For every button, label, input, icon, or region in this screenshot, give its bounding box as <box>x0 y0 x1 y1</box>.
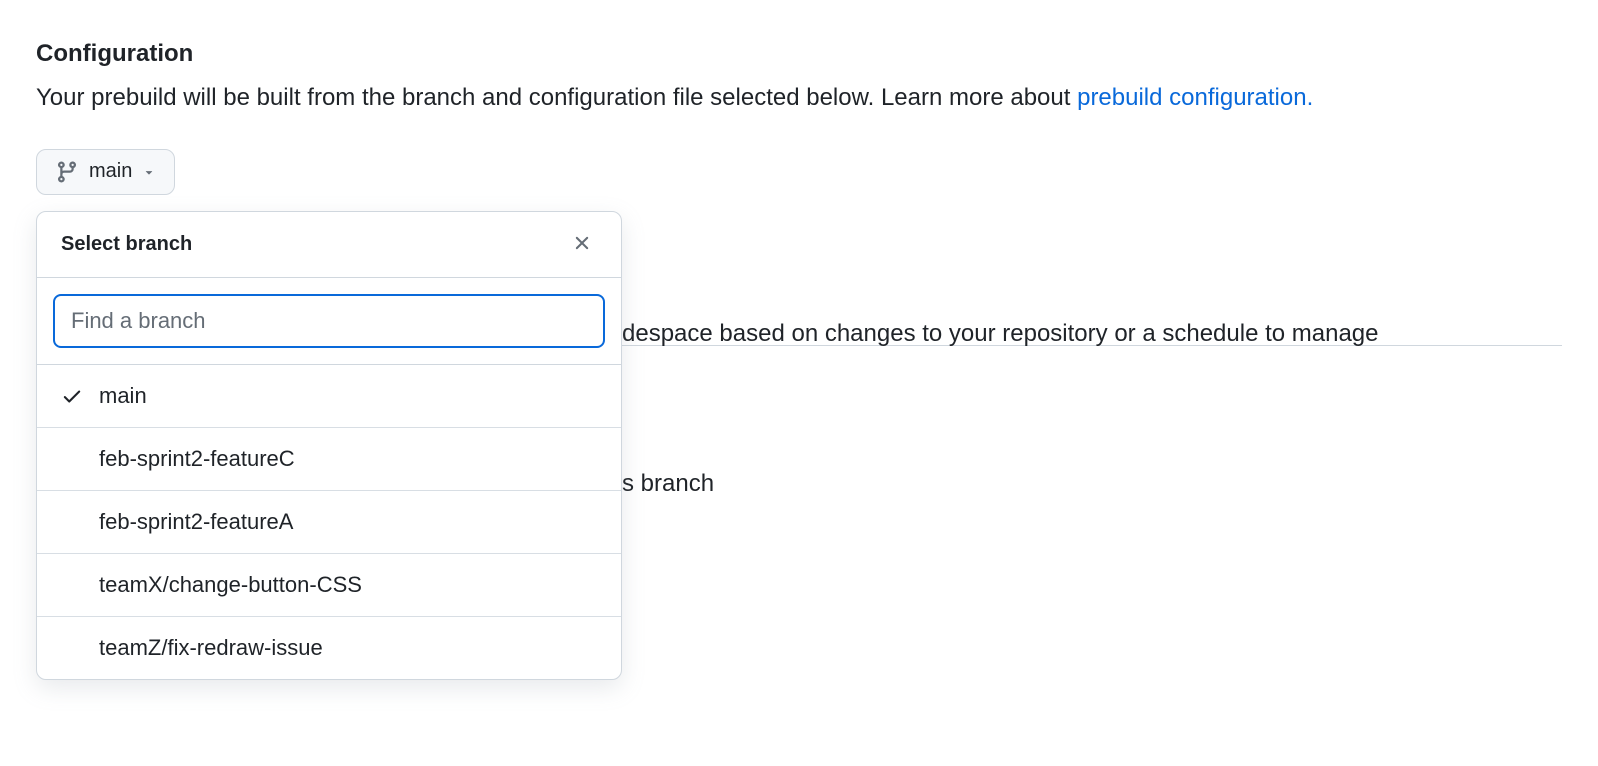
prebuild-config-link[interactable]: prebuild configuration. <box>1077 84 1313 111</box>
close-button[interactable] <box>567 228 597 261</box>
git-branch-icon <box>55 160 79 184</box>
branch-button-label: main <box>89 160 132 183</box>
branch-item[interactable]: feb-sprint2-featureC <box>37 428 621 491</box>
check-icon <box>61 385 99 407</box>
configuration-title: Configuration <box>36 40 1562 68</box>
background-text: despace based on changes to your reposit… <box>622 315 1562 353</box>
branch-select-popup: Select branch main <box>36 211 622 680</box>
branch-label: teamX/change-button-CSS <box>99 572 362 598</box>
branch-search-input[interactable] <box>53 294 605 348</box>
branch-item[interactable]: feb-sprint2-featureA <box>37 491 621 554</box>
caret-down-icon <box>142 165 156 179</box>
branch-label: feb-sprint2-featureA <box>99 509 293 535</box>
branch-item[interactable]: teamX/change-button-CSS <box>37 554 621 617</box>
branch-selector-button[interactable]: main <box>36 149 175 195</box>
branch-label: teamZ/fix-redraw-issue <box>99 635 323 661</box>
branch-item-main[interactable]: main <box>37 365 621 428</box>
popup-title: Select branch <box>61 233 192 256</box>
branch-label: main <box>99 383 147 409</box>
close-icon <box>571 232 593 257</box>
branch-item[interactable]: teamZ/fix-redraw-issue <box>37 617 621 679</box>
configuration-description: Your prebuild will be built from the bra… <box>36 78 1562 119</box>
background-text: s branch <box>622 465 1562 503</box>
branch-list: main feb-sprint2-featureC feb-sprint2-fe… <box>37 365 621 679</box>
description-text: Your prebuild will be built from the bra… <box>36 84 1077 111</box>
branch-label: feb-sprint2-featureC <box>99 446 295 472</box>
